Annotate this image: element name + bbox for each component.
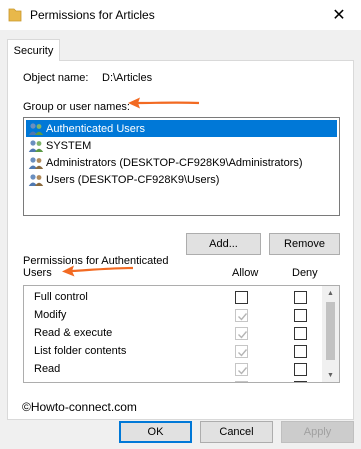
close-icon: ✕ [332, 7, 346, 24]
scroll-thumb[interactable] [326, 302, 335, 360]
group-names-label: Group or user names: [23, 101, 130, 113]
object-name-label: Object name: [23, 72, 89, 84]
group-user-listbox[interactable]: Authenticated Users SYSTEM Administrator… [23, 117, 340, 216]
list-item-authenticated-users[interactable]: Authenticated Users [26, 120, 337, 137]
permission-row-partial [24, 379, 324, 382]
permission-row-read: Read [24, 361, 324, 379]
deny-checkbox[interactable] [294, 291, 307, 304]
users-group-icon [28, 139, 44, 152]
allow-checkbox [235, 327, 248, 340]
permission-row-full-control: Full control [24, 289, 324, 307]
remove-button[interactable]: Remove [269, 233, 340, 255]
list-item-label: Users (DESKTOP-CF928K9\Users) [46, 173, 220, 186]
annotation-arrow-permissions [62, 265, 134, 277]
permission-name: Modify [34, 309, 67, 321]
watermark: ©Howto-connect.com [22, 400, 137, 414]
permissions-label-line2: Users [23, 267, 52, 279]
check-icon [238, 313, 248, 321]
list-item-administrators[interactable]: Administrators (DESKTOP-CF928K9\Administ… [26, 154, 337, 171]
list-item-users[interactable]: Users (DESKTOP-CF928K9\Users) [26, 171, 337, 188]
deny-checkbox[interactable] [294, 345, 307, 358]
permission-row-modify: Modify [24, 307, 324, 325]
check-icon [238, 349, 248, 357]
deny-checkbox[interactable] [294, 327, 307, 340]
list-item-label: SYSTEM [46, 139, 92, 152]
permission-name: Read & execute [34, 327, 113, 339]
permissions-list[interactable]: Full control Modify Read & execute List … [23, 285, 340, 383]
object-name-value: D:\Articles [102, 72, 153, 84]
permissions-scrollbar[interactable]: ▲ ▼ [322, 286, 339, 382]
check-icon [238, 367, 248, 375]
security-panel: Object name: D:\Articles Group or user n… [7, 60, 354, 420]
list-item-label: Administrators (DESKTOP-CF928K9\Administ… [46, 156, 303, 169]
window-title: Permissions for Articles [30, 8, 155, 22]
permission-name: List folder contents [34, 345, 127, 357]
allow-checkbox [235, 309, 248, 322]
deny-checkbox[interactable] [294, 363, 307, 376]
deny-checkbox[interactable] [294, 309, 307, 322]
users-group-icon [28, 156, 44, 169]
annotation-arrow-groups [128, 97, 200, 109]
check-icon [238, 331, 248, 339]
cancel-button[interactable]: Cancel [200, 421, 273, 443]
permission-name: Read [34, 363, 61, 375]
deny-column-header: Deny [292, 267, 318, 279]
title-bar: Permissions for Articles ✕ [0, 0, 361, 30]
scroll-up-icon[interactable]: ▲ [322, 286, 339, 300]
tab-strip: Security [0, 30, 361, 61]
permission-row-read-execute: Read & execute [24, 325, 324, 343]
users-group-icon [28, 173, 44, 186]
allow-checkbox [235, 381, 248, 382]
apply-button[interactable]: Apply [281, 421, 354, 443]
permission-name: Full control [34, 291, 88, 303]
folder-icon [8, 8, 22, 22]
permission-row-list-folder-contents: List folder contents [24, 343, 324, 361]
allow-column-header: Allow [232, 267, 259, 279]
allow-checkbox[interactable] [235, 291, 248, 304]
deny-checkbox[interactable] [294, 381, 307, 382]
list-item-label: Authenticated Users [46, 122, 146, 135]
allow-checkbox [235, 363, 248, 376]
list-item-system[interactable]: SYSTEM [26, 137, 337, 154]
add-button[interactable]: Add... [186, 233, 261, 255]
users-group-icon [28, 122, 44, 135]
scroll-down-icon[interactable]: ▼ [322, 368, 339, 382]
close-button[interactable]: ✕ [317, 0, 361, 30]
ok-button[interactable]: OK [119, 421, 192, 443]
allow-checkbox [235, 345, 248, 358]
tab-security[interactable]: Security [7, 39, 60, 61]
